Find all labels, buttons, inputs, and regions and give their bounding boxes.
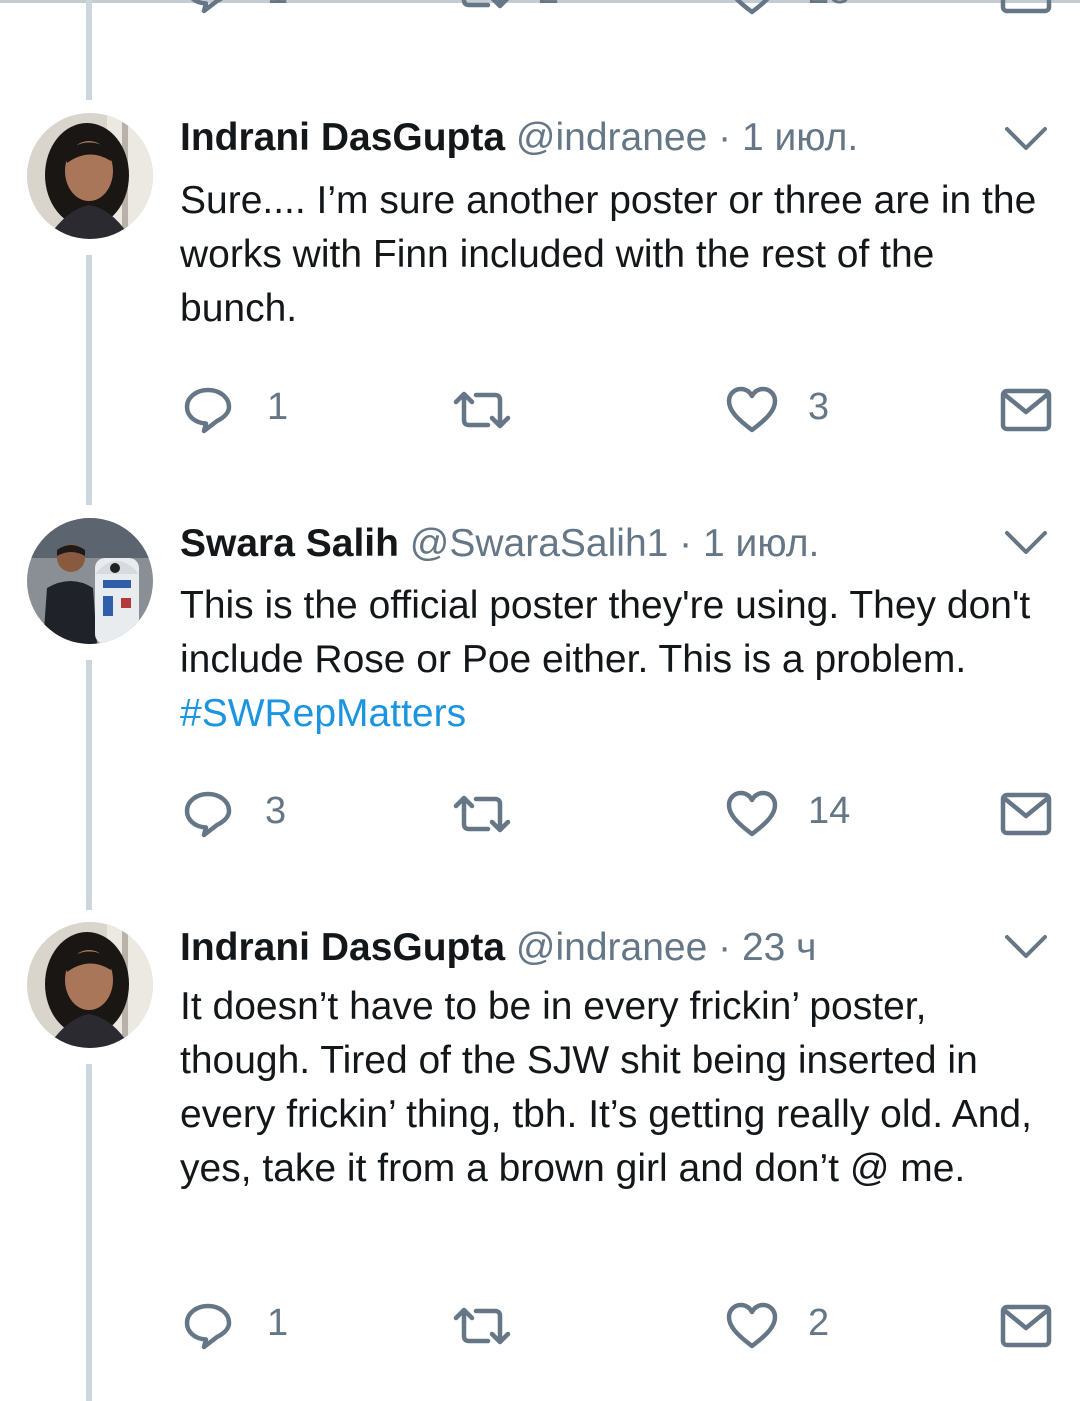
envelope-icon[interactable] — [1000, 388, 1052, 432]
retweet-icon[interactable] — [452, 0, 512, 10]
reply-count: 1 — [267, 386, 289, 428]
tweet-text: Sure.... I’m sure another poster or thre… — [180, 174, 1060, 336]
avatar[interactable] — [27, 113, 153, 239]
reply-count: 1 — [267, 1302, 289, 1344]
retweet-count: 2 — [538, 0, 559, 10]
tweet-text-content: This is the official poster they're usin… — [180, 584, 1031, 681]
retweet-icon[interactable] — [452, 390, 512, 430]
tweet-header: Indrani DasGupta @indranee · 23 ч — [180, 928, 817, 967]
separator: · — [718, 116, 732, 159]
reply-icon[interactable] — [184, 386, 232, 434]
handle[interactable]: @indranee — [516, 116, 707, 159]
separator: · — [679, 522, 693, 565]
timestamp[interactable]: 1 июл. — [742, 116, 858, 159]
like-icon[interactable] — [726, 386, 778, 434]
envelope-icon[interactable] — [1000, 792, 1052, 836]
chevron-down-icon[interactable] — [1004, 126, 1048, 152]
like-icon[interactable] — [726, 790, 778, 838]
hashtag-link[interactable]: #SWRepMatters — [180, 692, 466, 735]
separator: · — [718, 926, 732, 969]
tweet-header: Indrani DasGupta @indranee · 1 июл. — [180, 118, 858, 157]
tweet-actions: 1 3 — [0, 380, 1080, 440]
reply-count: 1 — [267, 0, 288, 10]
like-count: 2 — [808, 1302, 830, 1344]
reply-icon[interactable] — [184, 1302, 232, 1350]
display-name[interactable]: Indrani DasGupta — [180, 116, 505, 159]
tweet-actions: 1 2 — [0, 1296, 1080, 1356]
envelope-icon[interactable] — [1000, 0, 1052, 14]
like-count: 3 — [808, 386, 830, 428]
display-name[interactable]: Indrani DasGupta — [180, 926, 505, 969]
tweet-text-content: Sure.... I’m sure another poster or thre… — [180, 179, 1037, 330]
reply-count: 3 — [265, 790, 287, 832]
tweet-text: This is the official poster they're usin… — [180, 579, 1060, 741]
tweet-header: Swara Salih @SwaraSalih1 · 1 июл. — [180, 524, 819, 563]
handle[interactable]: @SwaraSalih1 — [410, 522, 669, 565]
chevron-down-icon[interactable] — [1004, 530, 1048, 556]
retweet-icon[interactable] — [452, 794, 512, 834]
previous-tweet-actions: 1 2 23 — [0, 0, 1080, 26]
chevron-down-icon[interactable] — [1004, 934, 1048, 960]
like-icon[interactable] — [726, 0, 778, 16]
handle[interactable]: @indranee — [516, 926, 707, 969]
reply-icon[interactable] — [184, 0, 232, 14]
tweet-text-content: It doesn’t have to be in every frickin’ … — [180, 985, 1032, 1190]
timestamp[interactable]: 1 июл. — [703, 522, 819, 565]
retweet-icon[interactable] — [452, 1306, 512, 1346]
envelope-icon[interactable] — [1000, 1304, 1052, 1348]
like-count: 23 — [808, 0, 850, 10]
display-name[interactable]: Swara Salih — [180, 522, 399, 565]
avatar[interactable] — [27, 922, 153, 1048]
tweet-text: It doesn’t have to be in every frickin’ … — [180, 980, 1060, 1196]
timestamp[interactable]: 23 ч — [742, 926, 817, 969]
like-count: 14 — [808, 790, 851, 832]
tweet-actions: 3 14 — [0, 784, 1080, 844]
reply-icon[interactable] — [184, 790, 232, 838]
avatar[interactable] — [27, 518, 153, 644]
like-icon[interactable] — [726, 1302, 778, 1350]
